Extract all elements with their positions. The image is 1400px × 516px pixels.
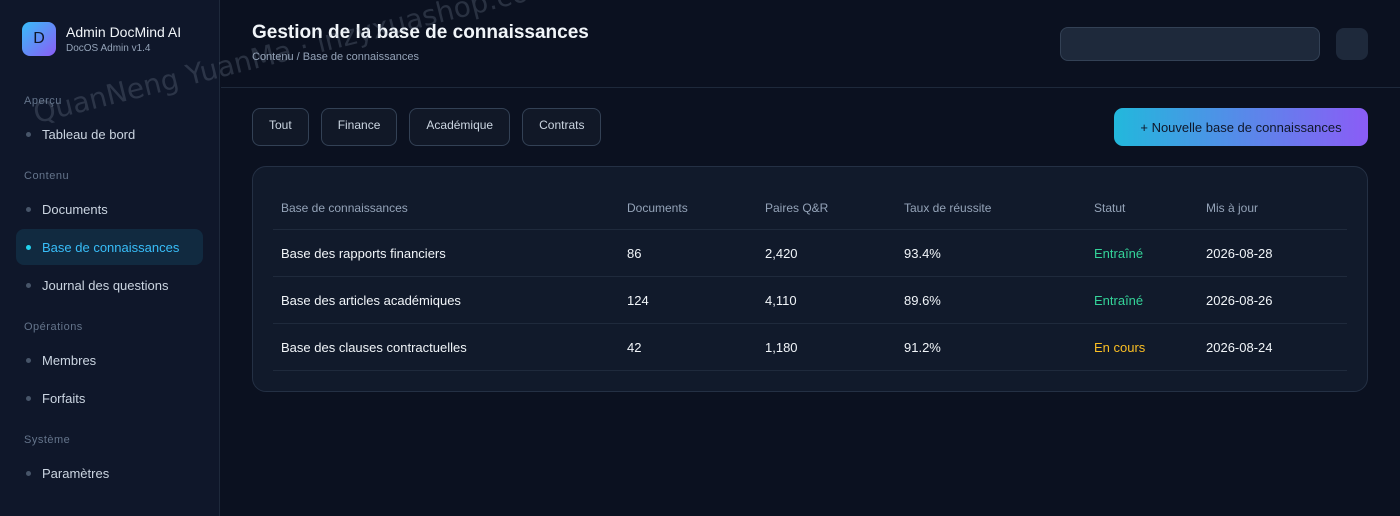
bullet-icon	[26, 470, 31, 476]
qa-pairs-count: 1,180	[765, 339, 798, 355]
sidebar-item-label: Paramètres	[42, 465, 110, 481]
sidebar-item-label: Base de connaissances	[42, 239, 180, 255]
sidebar: D Admin DocMind AI DocOS Admin v1.4 Aper…	[0, 0, 220, 516]
updated-date: 2026-08-28	[1206, 245, 1273, 261]
breadcrumb: Contenu / Base de connaissances	[252, 51, 419, 63]
sidebar-item-knowledge-base[interactable]: Base de connaissances	[16, 229, 203, 265]
page-title: Gestion de la base de connaissances	[252, 22, 589, 43]
column-header[interactable]: Statut	[1094, 186, 1125, 229]
new-knowledge-base-button[interactable]: + Nouvelle base de connaissances	[1114, 108, 1368, 146]
topbar: Gestion de la base de connaissances Cont…	[221, 0, 1400, 88]
bullet-icon	[26, 206, 31, 212]
nav-section-overview: Aperçu	[24, 95, 62, 107]
sidebar-item-plans[interactable]: Forfaits	[16, 380, 203, 416]
brand: D Admin DocMind AI DocOS Admin v1.4	[22, 22, 181, 56]
table-header: Base de connaissances Documents Paires Q…	[273, 186, 1347, 230]
sidebar-item-label: Documents	[42, 201, 108, 217]
brand-name: Admin DocMind AI	[66, 23, 182, 40]
table: Base de connaissances Documents Paires Q…	[273, 186, 1347, 371]
nav-section-operations: Opérations	[24, 321, 83, 333]
main-content: Gestion de la base de connaissances Cont…	[221, 0, 1400, 516]
bullet-icon	[26, 357, 31, 363]
qa-pairs-count: 2,420	[765, 245, 798, 261]
filter-academic[interactable]: Académique	[409, 108, 511, 146]
success-rate: 93.4%	[904, 245, 941, 261]
knowledge-base-table: Base de connaissances Documents Paires Q…	[252, 166, 1368, 392]
search-input[interactable]	[1060, 27, 1320, 61]
updated-date: 2026-08-24	[1206, 339, 1273, 355]
table-row[interactable]: Base des articles académiques 124 4,110 …	[273, 277, 1347, 324]
table-row[interactable]: Base des clauses contractuelles 42 1,180…	[273, 324, 1347, 371]
bullet-icon	[26, 131, 31, 137]
documents-count: 42	[627, 339, 642, 355]
bullet-icon	[26, 395, 31, 401]
success-rate: 91.2%	[904, 339, 941, 355]
documents-count: 124	[627, 292, 649, 308]
filter-all[interactable]: Tout	[252, 108, 309, 146]
kb-name: Base des rapports financiers	[281, 245, 446, 261]
brand-version: DocOS Admin v1.4	[66, 42, 151, 54]
sidebar-item-label: Forfaits	[42, 390, 86, 406]
sidebar-item-settings[interactable]: Paramètres	[16, 455, 203, 491]
column-header[interactable]: Mis à jour	[1206, 186, 1258, 229]
sidebar-item-label: Membres	[42, 352, 97, 368]
documents-count: 86	[627, 245, 642, 261]
sidebar-item-question-log[interactable]: Journal des questions	[16, 267, 203, 303]
column-header[interactable]: Taux de réussite	[904, 186, 991, 229]
sidebar-item-members[interactable]: Membres	[16, 342, 203, 378]
icon-button[interactable]	[1336, 28, 1368, 60]
table-row[interactable]: Base des rapports financiers 86 2,420 93…	[273, 230, 1347, 277]
sidebar-item-dashboard[interactable]: Tableau de bord	[16, 116, 203, 152]
status-badge: En cours	[1094, 339, 1146, 355]
kb-name: Base des articles académiques	[281, 292, 461, 308]
updated-date: 2026-08-26	[1206, 292, 1273, 308]
filter-finance[interactable]: Finance	[320, 108, 398, 146]
success-rate: 89.6%	[904, 292, 941, 308]
sidebar-item-documents[interactable]: Documents	[16, 191, 203, 227]
filter-chips: Tout Finance Académique Contrats	[252, 108, 613, 146]
brand-text: Admin DocMind AI DocOS Admin v1.4	[66, 23, 181, 56]
status-badge: Entraîné	[1094, 245, 1144, 261]
sidebar-item-label: Tableau de bord	[42, 126, 136, 142]
status-badge: Entraîné	[1094, 292, 1144, 308]
kb-name: Base des clauses contractuelles	[281, 339, 467, 355]
sidebar-item-label: Journal des questions	[42, 277, 169, 293]
filter-contracts[interactable]: Contrats	[522, 108, 602, 146]
nav-section-content: Contenu	[24, 170, 70, 182]
column-header[interactable]: Base de connaissances	[281, 186, 408, 229]
brand-logo: D	[22, 22, 56, 56]
nav-section-system: Système	[24, 434, 71, 446]
bullet-icon	[26, 244, 31, 250]
qa-pairs-count: 4,110	[765, 292, 797, 308]
column-header[interactable]: Paires Q&R	[765, 186, 828, 229]
bullet-icon	[26, 282, 31, 288]
column-header[interactable]: Documents	[627, 186, 688, 229]
